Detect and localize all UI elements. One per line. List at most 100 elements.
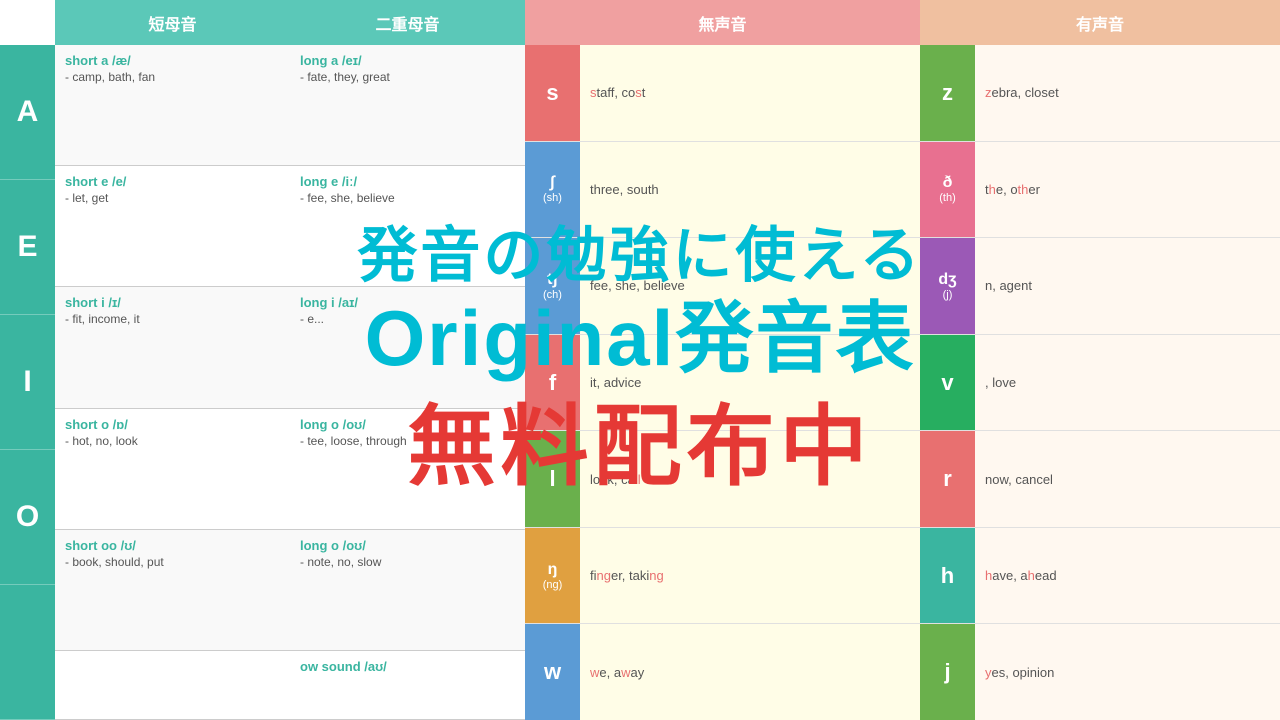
cons-row-ch: tʃ(ch) fee, she, believe (525, 238, 920, 335)
cons-row-j: j yes, opinion (920, 624, 1280, 720)
cons-sym-ng: ŋ(ng) (525, 528, 580, 624)
header-diphthong: 二重母音 (290, 0, 525, 45)
cons-row-v: v , love (920, 335, 1280, 432)
cons-row-l: l look, call (525, 431, 920, 528)
header-blank (0, 0, 55, 45)
tab-e: E (0, 180, 55, 315)
short-vowel-2: short i /ɪ/ - fit, income, it (55, 287, 290, 408)
cons-row-w: w we, away (525, 624, 920, 720)
short-vowels-column: short a /æ/ - camp, bath, fan short e /e… (55, 45, 290, 720)
diphthong-title-3: long o /oʊ/ (300, 417, 515, 432)
cons-ex-w: we, away (580, 624, 920, 720)
short-vowel-title-3: short o /ɒ/ (65, 417, 280, 432)
tab-o: O (0, 450, 55, 585)
cons-sym-v: v (920, 335, 975, 431)
cons-ex-l-h: ll (635, 472, 641, 487)
cons-ex-h-t2: ead (1035, 568, 1057, 583)
cons-ex-h-t1: ave, a (992, 568, 1027, 583)
diphthong-4: long o /oʊ/ - note, no, slow (290, 530, 525, 651)
cons-ex-s-rest2: t (642, 85, 646, 100)
cons-ex-th-t3: er (1028, 182, 1040, 197)
cons-ex-w-t2: ay (630, 665, 644, 680)
diphthong-2: long i /aɪ/ - e... (290, 287, 525, 408)
short-vowel-3: short o /ɒ/ - hot, no, look (55, 409, 290, 530)
cons-ex-w-h2: w (621, 665, 630, 680)
cons-sym-l: l (525, 431, 580, 527)
letter-tabs: A E I O (0, 45, 55, 720)
short-vowel-ex-3: - hot, no, look (65, 434, 280, 448)
diphthong-title-1: long e /iː/ (300, 174, 515, 189)
header-short-vowel: 短母音 (55, 0, 290, 45)
diphthong-title-0: long a /eɪ/ (300, 53, 515, 68)
diphthong-ex-2: - e... (300, 312, 515, 326)
diphthong-column: long a /eɪ/ - fate, they, great long e /… (290, 45, 525, 720)
cons-ex-th-h2: th (1018, 182, 1029, 197)
short-vowel-ex-4: - book, should, put (65, 555, 280, 569)
diphthong-ex-1: - fee, she, believe (300, 191, 515, 205)
diphthong-0: long a /eɪ/ - fate, they, great (290, 45, 525, 166)
cons-ex-ch: fee, she, believe (580, 238, 920, 334)
short-vowel-4: short oo /ʊ/ - book, should, put (55, 530, 290, 651)
cons-sym-w: w (525, 624, 580, 720)
tab-i: I (0, 315, 55, 450)
voiced-cons-column: z zebra, closet ð(th) the, other dʒ(j) n… (920, 45, 1280, 720)
short-vowel-0: short a /æ/ - camp, bath, fan (55, 45, 290, 166)
header-voiced: 有声音 (920, 0, 1280, 45)
cons-ex-h-h2: h (1028, 568, 1035, 583)
cons-sym-th: ð(th) (920, 142, 975, 238)
short-vowel-title-4: short oo /ʊ/ (65, 538, 280, 553)
cons-sym-f: f (525, 335, 580, 431)
cons-sym-h: h (920, 528, 975, 624)
short-vowel-ex-1: - let, get (65, 191, 280, 205)
short-vowel-5 (55, 651, 290, 720)
main-grid: 短母音 二重母音 無声音 有声音 A E I O short a /æ/ - c… (0, 0, 1280, 720)
cons-sym-sh: ∫(sh) (525, 142, 580, 238)
diphthong-title-2: long i /aɪ/ (300, 295, 515, 310)
voiceless-cons-column: s staff, cost ∫(sh) three, south tʃ(ch) … (525, 45, 920, 720)
cons-ex-f: it, advice (580, 335, 920, 431)
short-vowel-title-2: short i /ɪ/ (65, 295, 280, 310)
cons-sym-dj: dʒ(j) (920, 238, 975, 334)
cons-ex-th-h: h (989, 182, 996, 197)
diphthong-3: long o /oʊ/ - tee, loose, through (290, 409, 525, 530)
cons-row-dj: dʒ(j) n, agent (920, 238, 1280, 335)
cons-ex-v: , love (975, 335, 1280, 431)
cons-ex-z-t: ebra, closet (992, 85, 1059, 100)
cons-row-ng: ŋ(ng) finger, taking (525, 528, 920, 625)
cons-row-z: z zebra, closet (920, 45, 1280, 142)
cons-sym-z: z (920, 45, 975, 141)
cons-ex-th: the, other (975, 142, 1280, 238)
diphthong-ex-3: - tee, loose, through (300, 434, 515, 448)
cons-ex-j-t1: es, opinion (992, 665, 1055, 680)
cons-ex-s: staff, cost (580, 45, 920, 141)
cons-row-f: f it, advice (525, 335, 920, 432)
cons-ex-ng-t2: er, taki (611, 568, 649, 583)
tab-a: A (0, 45, 55, 180)
cons-ex-z: zebra, closet (975, 45, 1280, 141)
diphthong-1: long e /iː/ - fee, she, believe (290, 166, 525, 287)
header-voiceless: 無声音 (525, 0, 920, 45)
cons-ex-th-t2: e, o (996, 182, 1018, 197)
cons-row-sh: ∫(sh) three, south (525, 142, 920, 239)
cons-sym-ch: tʃ(ch) (525, 238, 580, 334)
diphthong-ex-0: - fate, they, great (300, 70, 515, 84)
short-vowel-ex-2: - fit, income, it (65, 312, 280, 326)
cons-ex-h: have, ahead (975, 528, 1280, 624)
cons-sym-s: s (525, 45, 580, 141)
cons-ex-sh: three, south (580, 142, 920, 238)
cons-ex-w-h1: w (590, 665, 599, 680)
cons-ex-ng-h1: ng (597, 568, 611, 583)
cons-sym-r: r (920, 431, 975, 527)
cons-row-h: h have, ahead (920, 528, 1280, 625)
cons-ex-l-text: look, ca (590, 472, 635, 487)
diphthong-title-5: ow sound /aʊ/ (300, 659, 515, 674)
diphthong-title-4: long o /oʊ/ (300, 538, 515, 553)
cons-ex-h-h1: h (985, 568, 992, 583)
cons-row-r: r now, cancel (920, 431, 1280, 528)
short-vowel-title-1: short e /e/ (65, 174, 280, 189)
cons-ex-ng-h2: ng (649, 568, 663, 583)
cons-ex-dj: n, agent (975, 238, 1280, 334)
cons-ex-j: yes, opinion (975, 624, 1280, 720)
cons-row-th: ð(th) the, other (920, 142, 1280, 239)
cons-row-s: s staff, cost (525, 45, 920, 142)
